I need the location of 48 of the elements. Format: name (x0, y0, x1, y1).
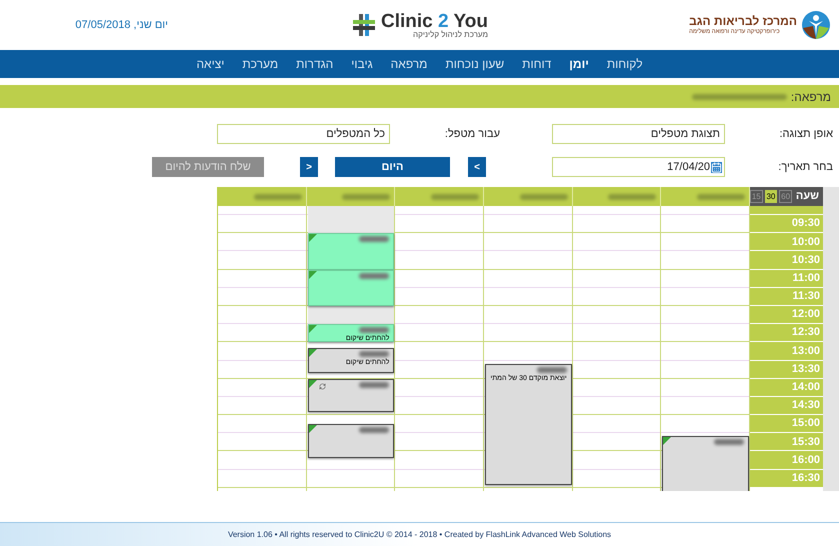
time-slot: 13:30 (750, 360, 823, 379)
therapist-select[interactable]: כל המטפלים (217, 124, 390, 144)
nav-tab[interactable]: שעון נוכחות (445, 55, 504, 73)
prev-day-button[interactable]: < (468, 157, 486, 177)
time-slot: 15:00 (750, 415, 823, 434)
time-slot: 13:00 (750, 342, 823, 360)
nav-tab[interactable]: דוחות (522, 55, 552, 73)
therapist-label: עבור מטפל: (444, 126, 500, 142)
appointment-block[interactable] (308, 378, 394, 412)
appointment-block[interactable] (308, 424, 394, 458)
clinic-logo-icon (800, 10, 831, 40)
interval-button[interactable]: 30 (764, 190, 778, 203)
nav-tab[interactable]: יומן (569, 55, 589, 73)
nav-tab[interactable]: הגדרות (296, 55, 334, 73)
calendar-icon[interactable] (711, 162, 722, 172)
time-slot: 16:00 (750, 451, 823, 470)
time-slot: 14:00 (750, 378, 823, 397)
time-slot: 14:30 (750, 396, 823, 416)
appointment-block[interactable] (662, 436, 749, 491)
footer-text: Version 1.06 • All rights reserved to Clinic2U © 2014 - 2018 • Created by FlashLink Advanced Web Solutions (228, 528, 612, 540)
date-label: בחר תאריך: (777, 160, 833, 175)
time-slot: 09:30 (750, 215, 823, 234)
time-slot: 11:00 (750, 270, 823, 288)
time-slot: 16:30 (750, 470, 823, 488)
next-day-button[interactable]: > (300, 157, 318, 177)
date-field[interactable]: 17/04/20 (552, 157, 725, 177)
current-date: יום שני, 07/05/2018 (74, 18, 168, 33)
time-slot: 12:00 (750, 306, 823, 324)
time-slot: 10:00 (750, 233, 823, 252)
time-slot: 15:30 (750, 433, 823, 452)
nav-tab[interactable]: יציאה (196, 55, 224, 73)
nav-tab[interactable]: לקוחות (606, 55, 643, 73)
today-button[interactable]: היום (335, 157, 450, 177)
nav-tab[interactable]: גיבוי (351, 55, 373, 73)
view-mode-label: אופן תצוגה: (778, 126, 833, 142)
nav-tab[interactable]: מערכת (242, 55, 278, 73)
cross-logo-icon (350, 12, 377, 38)
app-tagline: מערכת לניהול קליניקה (413, 30, 488, 38)
time-slot: 10:30 (750, 251, 823, 270)
hour-header: שעה (796, 189, 819, 204)
breadcrumb-label: מרפאה: (790, 88, 831, 106)
nav-tab[interactable]: מרפאה (390, 55, 428, 73)
time-slot: 12:30 (750, 324, 823, 342)
view-mode-select[interactable]: תצוגת מטפלים (552, 124, 725, 144)
scrollbar-track[interactable] (823, 187, 839, 491)
time-slot: 11:30 (750, 288, 823, 306)
clinic-name: המרכז לבריאות הגב (689, 14, 797, 28)
app-name: Clinic 2 You (380, 12, 488, 30)
